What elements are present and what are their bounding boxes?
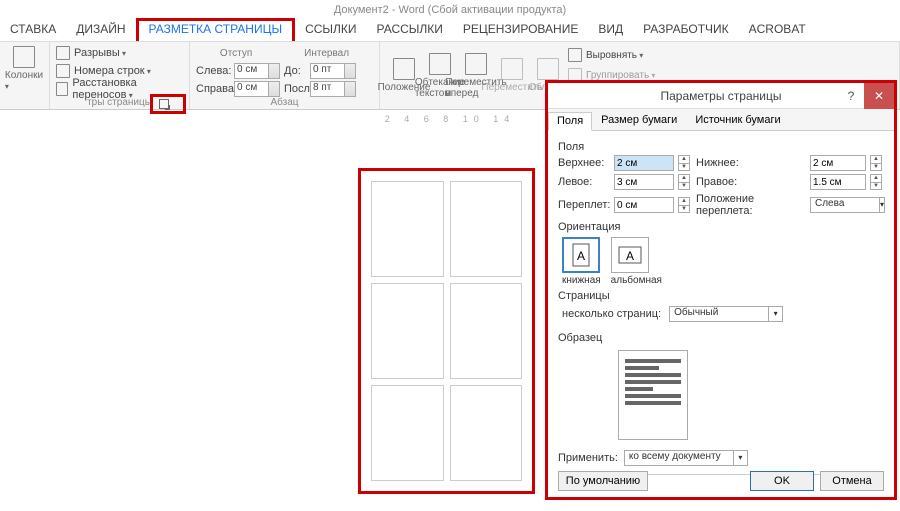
ok-button[interactable]: OK [750, 471, 814, 491]
dialog-tab-paper-size[interactable]: Размер бумаги [592, 111, 686, 130]
apply-to-select[interactable]: ко всему документу▾ [624, 450, 748, 466]
gutter-spinner[interactable]: ▲▼ [678, 197, 690, 213]
window-title: Документ2 - Word (Сбой активации продукт… [0, 0, 900, 20]
hyphenation-icon [56, 82, 68, 96]
columns-icon [13, 46, 35, 68]
tab-developer[interactable]: РАЗРАБОТЧИК [633, 20, 739, 41]
page-setup-launcher[interactable] [150, 94, 186, 114]
page-setup-dialog: Параметры страницы ? ✕ Поля Размер бумаг… [545, 80, 897, 500]
dialog-help-button[interactable]: ? [838, 83, 864, 109]
wrap-icon [429, 53, 451, 75]
breaks-button[interactable]: Разрывы [56, 44, 183, 62]
cancel-button[interactable]: Отмена [820, 471, 884, 491]
line-numbers-icon [56, 64, 70, 78]
bring-forward-button[interactable]: Переместить вперед [458, 44, 494, 107]
margin-bottom-input[interactable] [810, 155, 866, 171]
dialog-tab-margins[interactable]: Поля [548, 112, 592, 131]
tab-view[interactable]: ВИД [588, 20, 633, 41]
page-thumb[interactable] [450, 385, 523, 481]
indent-left-input[interactable]: 0 см [234, 63, 280, 79]
breaks-icon [56, 46, 70, 60]
margin-top-spinner[interactable]: ▲▼ [678, 155, 690, 171]
margin-right-input[interactable] [810, 174, 866, 190]
pages-section-label: Страницы [558, 290, 884, 302]
dialog-tabs: Поля Размер бумаги Источник бумаги [548, 109, 894, 131]
dialog-launcher-icon [159, 99, 169, 109]
send-back-button: Переместить [494, 44, 530, 107]
spacing-after-input[interactable]: 8 пт [310, 81, 356, 97]
preview-section-label: Образец [558, 332, 884, 344]
default-button[interactable]: По умолчанию [558, 471, 648, 491]
orientation-landscape[interactable]: A альбомная [611, 237, 662, 286]
margin-left-spinner[interactable]: ▲▼ [678, 174, 690, 190]
page-thumb[interactable] [371, 181, 444, 277]
tab-page-layout[interactable]: РАЗМЕТКА СТРАНИЦЫ [136, 20, 296, 41]
back-icon [501, 58, 523, 80]
pane-icon [537, 58, 559, 80]
gutter-input[interactable] [614, 197, 674, 213]
tab-design[interactable]: ДИЗАЙН [66, 20, 135, 41]
margin-right-spinner[interactable]: ▲▼ [870, 174, 882, 190]
dialog-title: Параметры страницы [661, 89, 782, 103]
columns-button[interactable]: Колонки [6, 44, 42, 94]
page-thumb[interactable] [371, 385, 444, 481]
align-icon [568, 48, 582, 62]
preview-thumbnail [618, 350, 688, 440]
columns-label: Колонки [5, 70, 43, 92]
tab-acrobat[interactable]: ACROBAT [739, 20, 816, 41]
ribbon-tabs: СТАВКА ДИЗАЙН РАЗМЕТКА СТРАНИЦЫ ССЫЛКИ Р… [0, 20, 900, 42]
indent-right-input[interactable]: 0 см [234, 81, 280, 97]
page-thumb[interactable] [450, 181, 523, 277]
orientation-portrait[interactable]: A книжная [562, 237, 601, 286]
svg-text:A: A [626, 249, 634, 263]
gutter-position-select[interactable]: Слева▾ [810, 197, 884, 213]
page-thumb[interactable] [450, 283, 523, 379]
paragraph-group-label: Абзац [190, 97, 379, 108]
margins-section-label: Поля [558, 141, 884, 153]
orientation-section-label: Ориентация [558, 221, 884, 233]
page-thumb[interactable] [371, 283, 444, 379]
tab-mailings[interactable]: РАССЫЛКИ [367, 20, 453, 41]
dialog-tab-paper-source[interactable]: Источник бумаги [686, 111, 789, 130]
forward-icon [465, 53, 487, 75]
tab-review[interactable]: РЕЦЕНЗИРОВАНИЕ [453, 20, 588, 41]
svg-text:A: A [577, 249, 585, 263]
align-button[interactable]: Выровнять [568, 46, 655, 64]
tab-references[interactable]: ССЫЛКИ [295, 20, 366, 41]
margin-bottom-spinner[interactable]: ▲▼ [870, 155, 882, 171]
position-icon [393, 58, 415, 80]
multiple-pages-select[interactable]: Обычный▾ [669, 306, 783, 322]
margin-top-input[interactable] [614, 155, 674, 171]
margin-left-input[interactable] [614, 174, 674, 190]
dialog-close-button[interactable]: ✕ [864, 83, 894, 109]
spacing-before-input[interactable]: 0 пт [310, 63, 356, 79]
tab-vstavka[interactable]: СТАВКА [0, 20, 66, 41]
document-pages-thumbnails [358, 168, 535, 494]
